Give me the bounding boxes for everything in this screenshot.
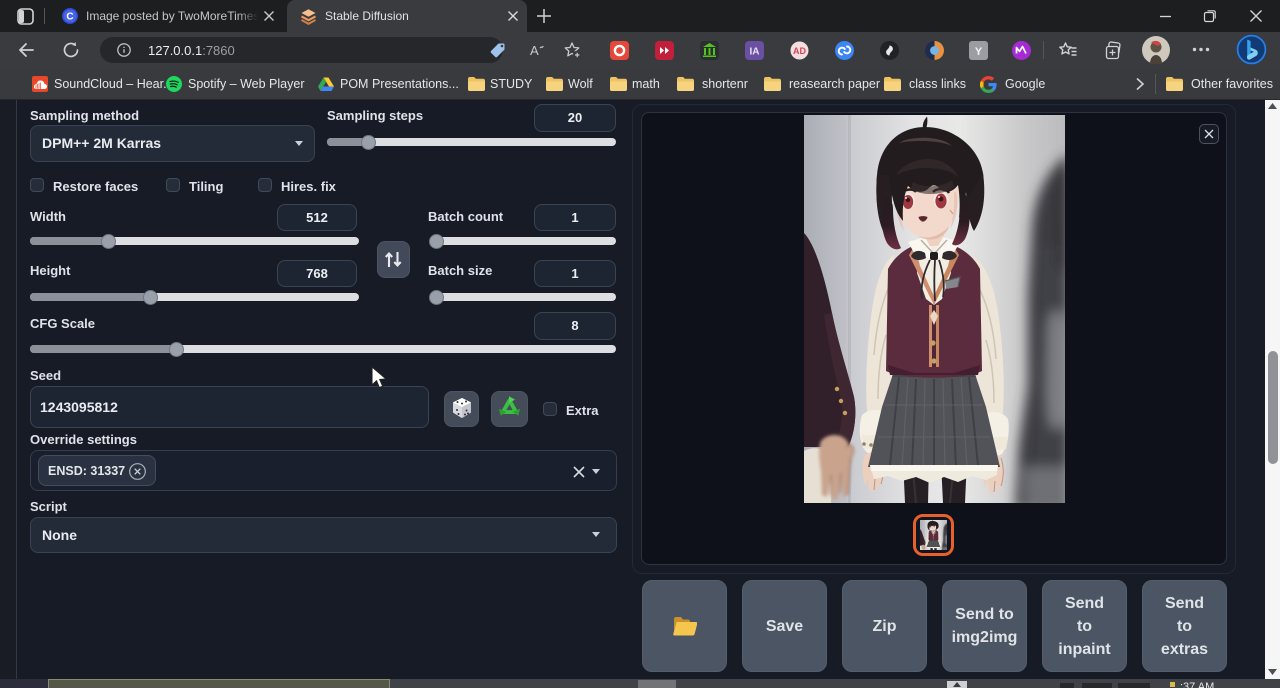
svg-text:C: C (66, 12, 73, 23)
svg-text:IA: IA (750, 47, 760, 58)
svg-text:AD: AD (793, 46, 806, 56)
svg-text:Y: Y (975, 46, 983, 58)
svg-text:A: A (530, 43, 539, 58)
